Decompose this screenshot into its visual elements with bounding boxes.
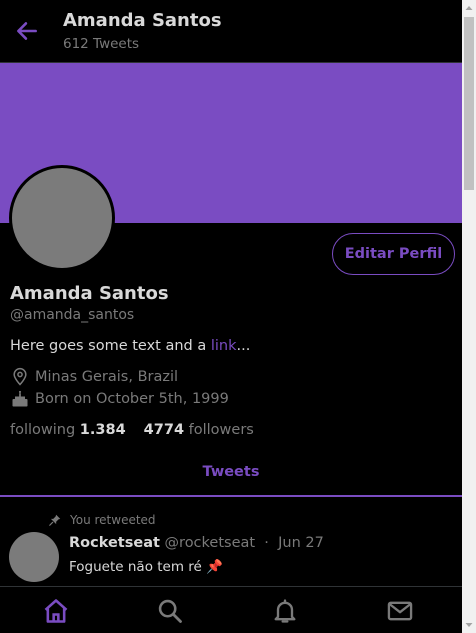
followers-label[interactable]: followers	[189, 422, 254, 438]
bell-icon[interactable]	[271, 597, 299, 625]
birthday-row: Born on October 5th, 1999	[10, 389, 229, 409]
pin-icon	[49, 514, 61, 526]
scrollbar[interactable]	[462, 0, 476, 633]
tweet-header: Rocketseat @rocketseat · Jun 27	[69, 535, 324, 551]
retweet-label: You retweeted	[70, 513, 156, 527]
profile-page: Amanda Santos 612 Tweets Editar Perfil A…	[0, 0, 462, 633]
bio-link[interactable]: link	[211, 338, 237, 354]
following-label[interactable]: following	[10, 422, 75, 438]
profile-bio: Here goes some text and a link...	[10, 338, 250, 354]
tweet-avatar[interactable]	[9, 532, 59, 582]
scroll-up-arrow-icon[interactable]	[462, 0, 476, 17]
cake-icon	[12, 390, 28, 407]
header: Amanda Santos 612 Tweets	[0, 0, 462, 63]
tweet-separator: ·	[264, 535, 269, 551]
home-icon[interactable]	[42, 597, 70, 625]
profile-name: Amanda Santos	[10, 283, 169, 304]
location-pin-icon	[13, 367, 27, 386]
location-row: Minas Gerais, Brazil	[10, 367, 178, 387]
tweet-date[interactable]: Jun 27	[278, 535, 324, 551]
profile-handle: @amanda_santos	[10, 307, 135, 323]
scrollbar-thumb[interactable]	[464, 17, 474, 190]
header-title: Amanda Santos	[63, 10, 222, 31]
location-text: Minas Gerais, Brazil	[35, 369, 179, 385]
birthday-text: Born on October 5th, 1999	[35, 391, 229, 407]
avatar	[9, 165, 115, 271]
bottom-nav	[0, 586, 462, 633]
scroll-down-arrow-icon[interactable]	[462, 616, 476, 633]
edit-profile-button[interactable]: Editar Perfil	[332, 233, 455, 275]
follow-stats: following 1.384 4774 followers	[10, 422, 254, 438]
tweet-author[interactable]: Rocketseat	[69, 535, 160, 551]
tweet-handle[interactable]: @rocketseat	[165, 535, 256, 551]
tweet-count: 612 Tweets	[63, 36, 140, 52]
bio-suffix: ...	[236, 338, 251, 354]
bio-text: Here goes some text and a	[10, 338, 211, 354]
mail-icon[interactable]	[386, 597, 414, 625]
tweet-text: Foguete não tem ré 📌	[69, 559, 223, 575]
tab-tweets[interactable]: Tweets	[0, 452, 462, 497]
following-count[interactable]: 1.384	[80, 422, 126, 438]
followers-count[interactable]: 4774	[144, 422, 184, 438]
arrow-left-icon[interactable]	[14, 18, 40, 44]
retweet-indicator: You retweeted	[48, 513, 156, 527]
search-icon[interactable]	[156, 597, 184, 625]
